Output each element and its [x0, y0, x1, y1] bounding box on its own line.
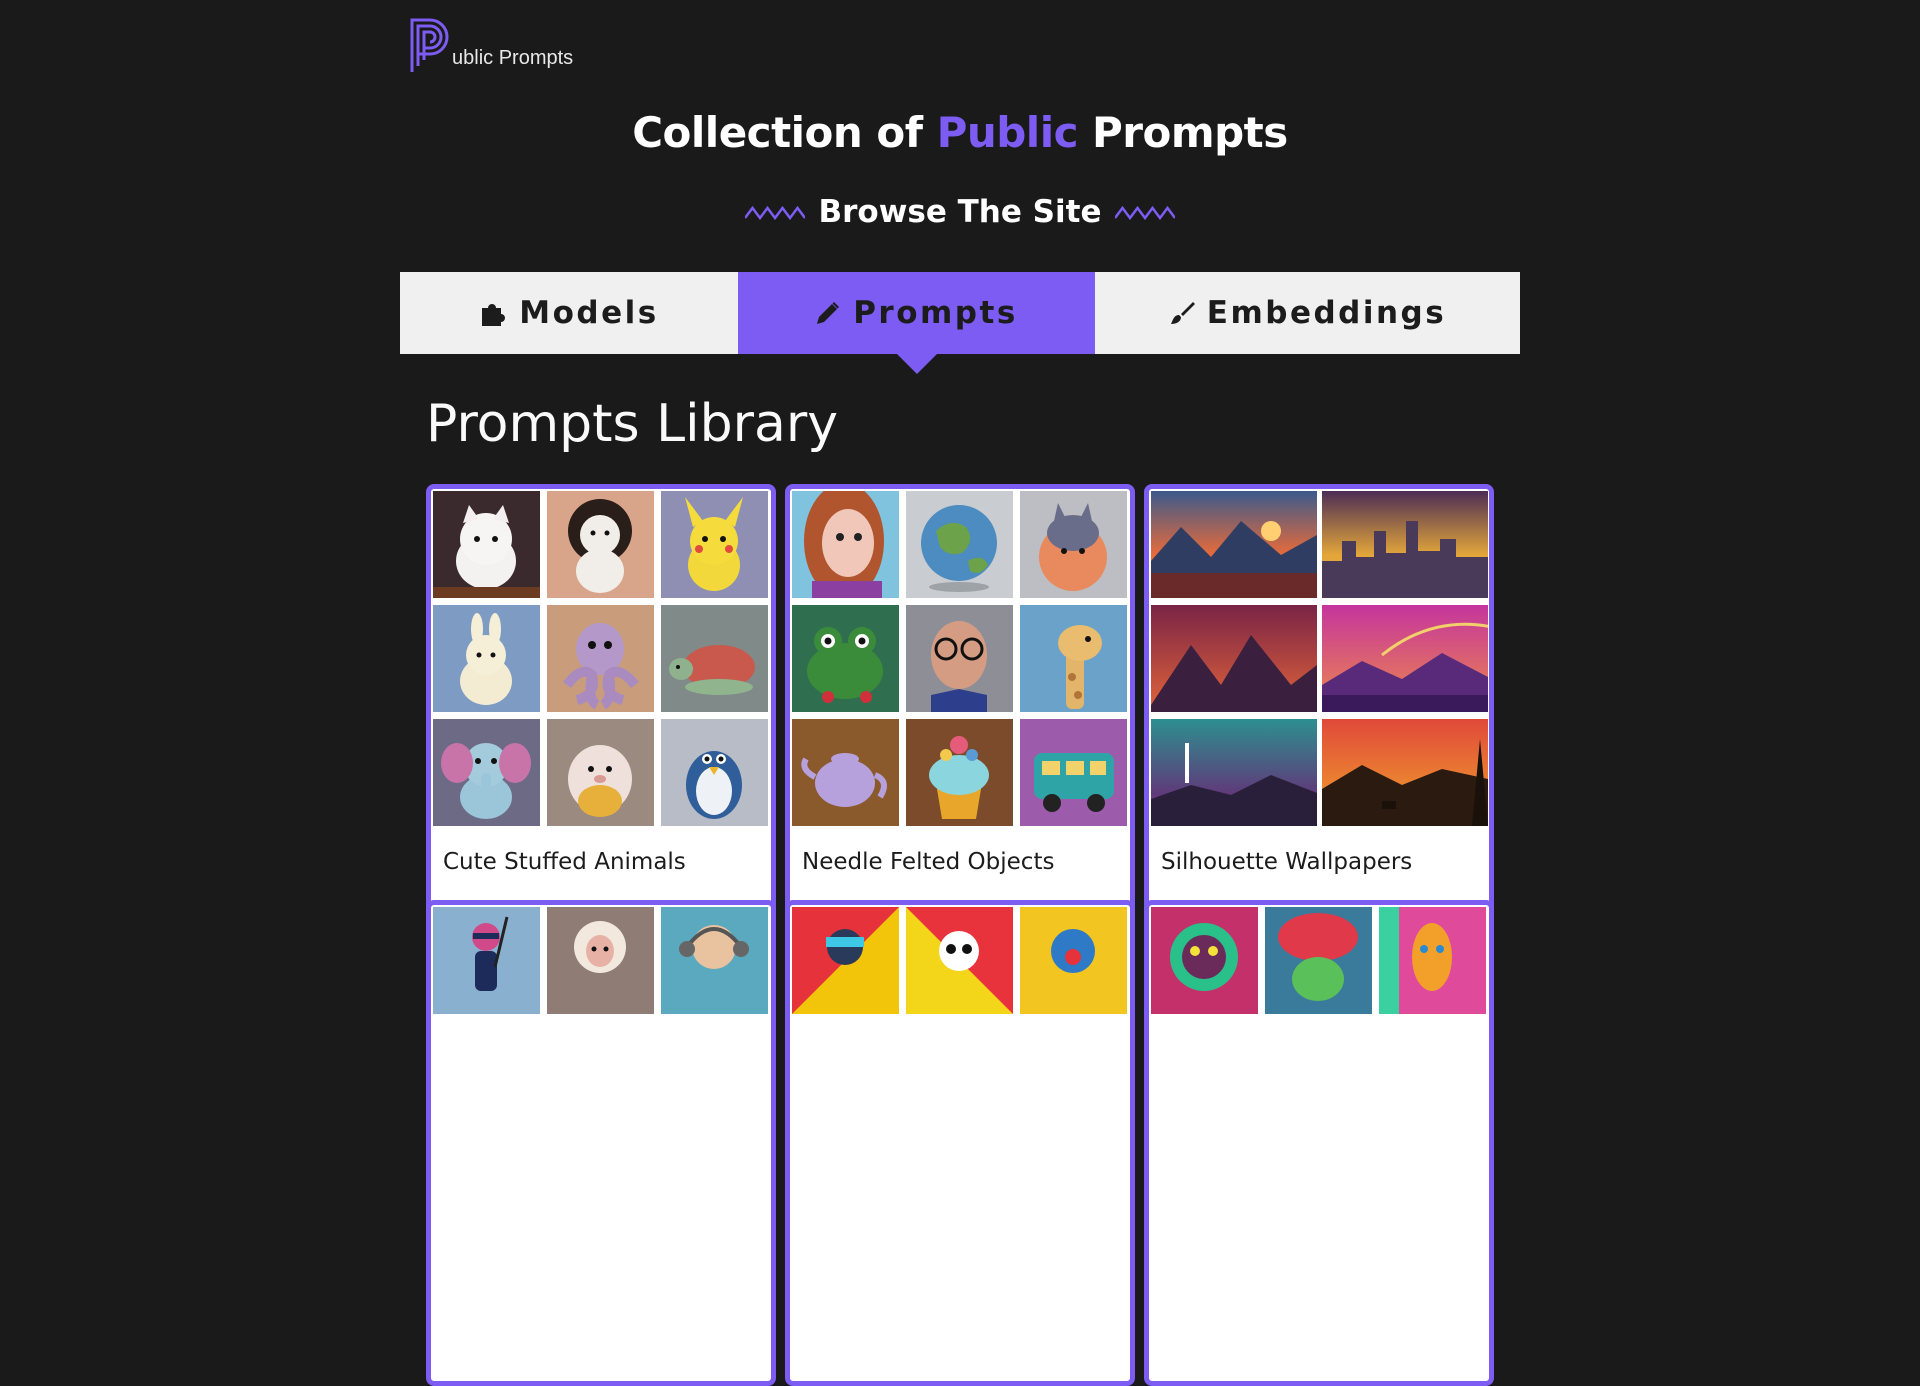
prompt-card-silhouette[interactable]: Silhouette Wallpapers — [1144, 484, 1494, 970]
section-title: Prompts Library — [426, 394, 838, 454]
prompt-card-row2-3[interactable] — [1144, 900, 1494, 1386]
title-prefix: Collection of — [632, 108, 923, 157]
thumbnail-penguin — [661, 719, 768, 826]
puzzle-icon — [482, 304, 506, 326]
thumbnail-teal-rocket — [1151, 719, 1317, 826]
thumbnail-comic-1 — [792, 907, 899, 1014]
thumbnail-cupcake — [906, 719, 1013, 826]
thumbnail-teapot — [792, 719, 899, 826]
site-logo[interactable]: ublic Prompts — [408, 16, 573, 74]
tab-embeddings[interactable]: Embeddings — [1095, 272, 1520, 354]
tab-models-label: Models — [519, 295, 659, 331]
nav-tabs: Models Prompts Embeddings — [400, 272, 1520, 354]
page-title: Collection of Public Prompts — [0, 108, 1920, 157]
logo-text: ublic Prompts — [452, 47, 574, 69]
thumbnail-man-glasses — [906, 605, 1013, 712]
card-title[interactable]: Cute Stuffed Animals — [443, 849, 686, 875]
card-title[interactable]: Needle Felted Objects — [802, 849, 1054, 875]
thumbnail-mountain-sunset — [1151, 491, 1317, 598]
browse-label: Browse The Site — [818, 194, 1102, 230]
prompt-card-row2-2[interactable] — [785, 900, 1135, 1386]
thumbnail-globe — [906, 491, 1013, 598]
tab-prompts[interactable]: Prompts — [738, 272, 1095, 354]
thumbnail-city-sunset — [1322, 491, 1488, 598]
thumbnail-doll-face — [792, 491, 899, 598]
pencil-icon — [817, 302, 840, 324]
thumbnail-psychedelic-1 — [1151, 907, 1258, 1014]
tab-models[interactable]: Models — [400, 272, 738, 354]
tab-prompts-label: Prompts — [853, 295, 1018, 331]
thumbnail-frog — [792, 605, 899, 712]
thumbnail-pikachu — [661, 491, 768, 598]
thumbnail-ninja — [433, 907, 540, 1014]
thumbnail-cat — [433, 491, 540, 598]
prompt-card-needle-felted[interactable]: Needle Felted Objects — [785, 484, 1135, 970]
thumbnail-bus — [1020, 719, 1127, 826]
thumbnail-comic-hero — [1020, 907, 1127, 1014]
thumbnail-lion — [547, 491, 654, 598]
thumbnail-bunny — [433, 605, 540, 712]
thumbnail-psychedelic-3 — [1379, 907, 1486, 1014]
thumbnail-hedgehog — [547, 719, 654, 826]
thumbnail-octopus — [547, 605, 654, 712]
thumbnail-giraffe — [1020, 605, 1127, 712]
wave-icon — [1115, 205, 1176, 221]
browse-heading: Browse The Site — [0, 194, 1920, 230]
thumbnail-sheep — [547, 907, 654, 1014]
thumbnail-red-peaks — [1151, 605, 1317, 712]
thumbnail-elephant — [433, 719, 540, 826]
thumbnail-orange-deer — [1322, 719, 1488, 826]
title-suffix: Prompts — [1092, 108, 1288, 157]
thumbnail-comic-panda — [906, 907, 1013, 1014]
title-accent: Public — [936, 108, 1079, 157]
thumbnail-turtle — [661, 605, 768, 712]
brush-icon — [1170, 302, 1195, 324]
thumbnail-monkey — [661, 907, 768, 1014]
card-title[interactable]: Silhouette Wallpapers — [1161, 849, 1412, 875]
thumbnail-totoro — [1020, 491, 1127, 598]
prompt-card-stuffed-animals[interactable]: Cute Stuffed Animals — [426, 484, 776, 970]
tab-embeddings-label: Embeddings — [1206, 295, 1447, 331]
prompt-card-row2-1[interactable] — [426, 900, 776, 1386]
thumbnail-purple-forest — [1322, 605, 1488, 712]
wave-icon — [744, 205, 805, 221]
thumbnail-psychedelic-2 — [1265, 907, 1372, 1014]
p-logo-icon — [410, 18, 449, 72]
